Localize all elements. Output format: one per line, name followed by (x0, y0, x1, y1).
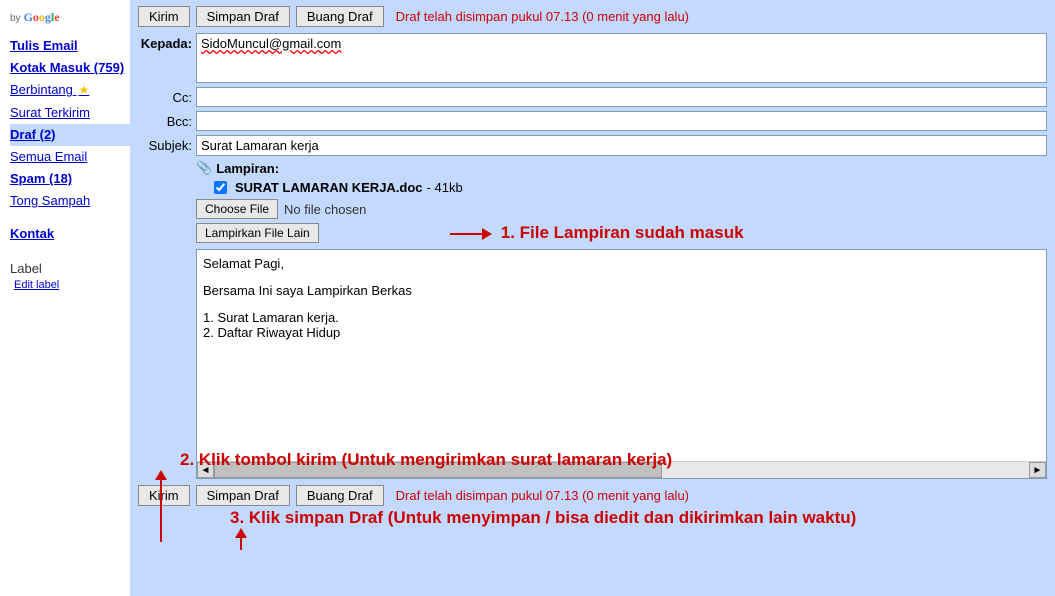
scroll-thumb[interactable] (214, 462, 662, 478)
draft-status-top: Draf telah disimpan pukul 07.13 (0 menit… (396, 9, 689, 24)
sidebar-allmail[interactable]: Semua Email (10, 146, 130, 168)
choose-file-button[interactable]: Choose File (196, 199, 278, 219)
draft-status-bottom: Draf telah disimpan pukul 07.13 (0 menit… (396, 488, 689, 503)
attachment-filename: SURAT LAMARAN KERJA.doc (235, 180, 423, 195)
attach-more-button[interactable]: Lampirkan File Lain (196, 223, 319, 243)
bottom-toolbar: Kirim Simpan Draf Buang Draf Draf telah … (138, 485, 1047, 506)
no-file-label: No file chosen (284, 202, 366, 217)
sidebar-contacts[interactable]: Kontak (10, 223, 130, 245)
save-draft-button-top[interactable]: Simpan Draf (196, 6, 290, 27)
subject-label: Subjek: (138, 135, 196, 153)
save-draft-button-bottom[interactable]: Simpan Draf (196, 485, 290, 506)
google-logo: by Google (10, 10, 130, 25)
scroll-track[interactable] (214, 462, 1029, 478)
attachment-header: Lampiran: (216, 161, 279, 176)
scroll-left-icon[interactable]: ◄ (197, 462, 214, 478)
attachment-section: 📎 Lampiran: SURAT LAMARAN KERJA.doc - 41… (196, 160, 1047, 243)
attachment-item: SURAT LAMARAN KERJA.doc - 41kb (214, 180, 1047, 195)
cc-row: Cc: (138, 87, 1047, 107)
body-line1: Bersama Ini saya Lampirkan Berkas (203, 283, 1040, 298)
sidebar-compose[interactable]: Tulis Email (10, 35, 130, 57)
horizontal-scrollbar[interactable]: ◄ ► (197, 461, 1046, 478)
bcc-input[interactable] (196, 111, 1047, 131)
arrow-up-icon-2 (240, 530, 242, 550)
paperclip-icon: 📎 (196, 160, 212, 176)
subject-input[interactable]: Surat Lamaran kerja (196, 135, 1047, 156)
body-list1: 1. Surat Lamaran kerja. (203, 310, 1040, 325)
star-icon: ★ (79, 83, 90, 97)
sidebar-inbox[interactable]: Kotak Masuk (759) (10, 57, 130, 79)
scroll-right-icon[interactable]: ► (1029, 462, 1046, 478)
compose-panel: Kirim Simpan Draf Buang Draf Draf telah … (130, 0, 1055, 596)
body-greeting: Selamat Pagi, (203, 256, 1040, 271)
sidebar-trash[interactable]: Tong Sampah (10, 190, 130, 212)
to-row: Kepada: SidoMuncul@gmail.com (138, 33, 1047, 83)
cc-input[interactable] (196, 87, 1047, 107)
sidebar-edit-label[interactable]: Edit label (10, 276, 130, 295)
app-container: by Google Tulis Email Kotak Masuk (759) … (0, 0, 1055, 596)
bcc-row: Bcc: (138, 111, 1047, 131)
message-body[interactable]: Selamat Pagi, Bersama Ini saya Lampirkan… (196, 249, 1047, 479)
sidebar-spam[interactable]: Spam (18) (10, 168, 130, 190)
attachment-filesize: - 41kb (427, 180, 463, 195)
send-button-top[interactable]: Kirim (138, 6, 190, 27)
to-input[interactable]: SidoMuncul@gmail.com (196, 33, 1047, 83)
cc-label: Cc: (138, 87, 196, 105)
body-list2: 2. Daftar Riwayat Hidup (203, 325, 1040, 340)
send-button-bottom[interactable]: Kirim (138, 485, 190, 506)
top-toolbar: Kirim Simpan Draf Buang Draf Draf telah … (138, 6, 1047, 27)
bcc-label: Bcc: (138, 111, 196, 129)
discard-draft-button-top[interactable]: Buang Draf (296, 6, 384, 27)
discard-draft-button-bottom[interactable]: Buang Draf (296, 485, 384, 506)
sidebar: by Google Tulis Email Kotak Masuk (759) … (0, 0, 130, 596)
sidebar-sent[interactable]: Surat Terkirim (10, 102, 130, 124)
annotation-3: 3. Klik simpan Draf (Untuk menyimpan / b… (230, 508, 856, 528)
sidebar-label-header: Label (10, 261, 130, 276)
subject-row: Subjek: Surat Lamaran kerja (138, 135, 1047, 156)
sidebar-drafts[interactable]: Draf (2) (10, 124, 130, 146)
sidebar-starred[interactable]: Berbintang ★ (10, 79, 130, 101)
arrow-up-icon-1 (160, 472, 162, 542)
to-label: Kepada: (138, 33, 196, 51)
attachment-checkbox[interactable] (214, 181, 227, 194)
